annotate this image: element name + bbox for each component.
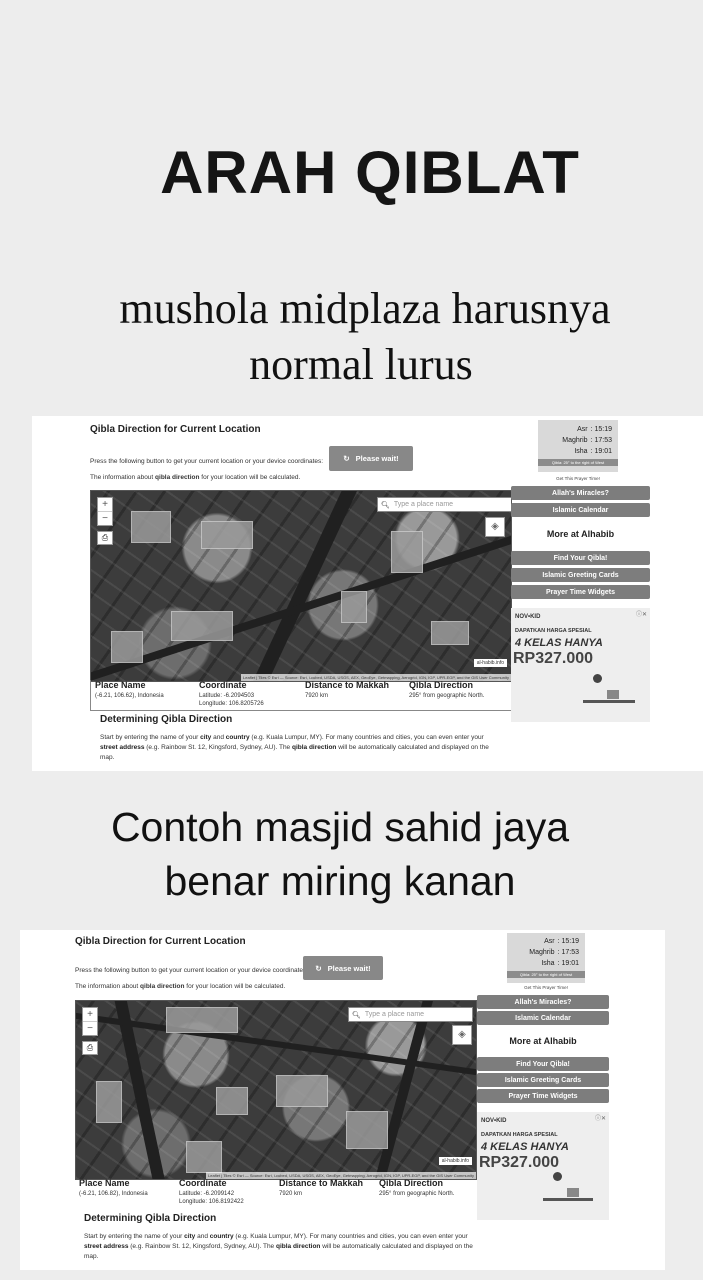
- zoom-control: + −: [97, 497, 113, 526]
- ad-line1: DAPATKAN HARGA SPESIAL: [481, 1132, 558, 1138]
- islamic-greeting-cards-button[interactable]: Islamic Greeting Cards: [511, 568, 650, 582]
- please-wait-button[interactable]: ↻ Please wait!: [303, 956, 383, 980]
- zoom-in-button[interactable]: +: [98, 498, 112, 512]
- find-your-qibla-button[interactable]: Find Your Qibla!: [477, 1057, 609, 1071]
- distance-value: 7920 km: [305, 693, 329, 699]
- coordinate-header: Coordinate: [199, 680, 247, 690]
- page-title: ARAH QIBLAT: [160, 139, 580, 206]
- islamic-calendar-button[interactable]: Islamic Calendar: [511, 503, 650, 517]
- determining-paragraph: Start by entering the name of your city …: [100, 734, 489, 761]
- ad-illustration: [583, 700, 635, 703]
- prayer-time-widgets-button[interactable]: Prayer Time Widgets: [477, 1089, 609, 1103]
- layers-icon[interactable]: ◈: [485, 517, 505, 537]
- caption-bottom-line2: benar miring kanan: [164, 858, 516, 904]
- qibla-value: 295° from geographic North.: [379, 1191, 455, 1197]
- satellite-map[interactable]: + − ⎙ 🔍︎ Type a place name ◈ al-habib.in…: [90, 490, 512, 682]
- ad-price: RP327.000: [513, 650, 594, 667]
- please-wait-button[interactable]: ↻ Please wait!: [329, 446, 413, 471]
- place-header: Place Name: [95, 680, 146, 690]
- please-wait-label: Please wait!: [355, 454, 399, 463]
- instruction-text: Press the following button to get your c…: [90, 458, 324, 465]
- longitude-value: Longitude: 106.8205726: [199, 701, 264, 707]
- latitude-value: Latitude: -6.2099142: [179, 1191, 235, 1197]
- ad-logo: NOV•KID: [481, 1118, 507, 1124]
- caption-top-line1: mushola midplaza harusnya: [119, 284, 611, 333]
- ad-line2: 4 KELAS HANYA: [515, 637, 603, 649]
- ad-line1: DAPATKAN HARGA SPESIAL: [515, 628, 592, 634]
- prayer-times-box: Asr: 15:19 Maghrib: 17:53 Isha: 19:01 Qi…: [507, 933, 585, 983]
- search-icon: 🔍︎: [381, 501, 390, 509]
- more-at-alhabib-heading: More at Alhabib: [546, 529, 615, 539]
- info-text: The information about qibla direction fo…: [75, 983, 286, 990]
- qibla-note: Qibla: 25° to the right of West: [538, 459, 618, 466]
- ad-price: RP327.000: [479, 1154, 560, 1171]
- allahs-miracles-button[interactable]: Allah's Miracles?: [511, 486, 650, 500]
- coordinate-header: Coordinate: [179, 1178, 227, 1188]
- determining-heading: Determining Qibla Direction: [100, 714, 233, 725]
- zoom-out-button[interactable]: −: [83, 1022, 97, 1035]
- distance-header: Distance to Makkah: [279, 1178, 364, 1188]
- place-value: (-6.21, 106.62), Indonesia: [95, 693, 164, 699]
- get-prayer-link[interactable]: Get This Prayer Time!: [538, 476, 618, 481]
- prayer-time-widgets-button[interactable]: Prayer Time Widgets: [511, 585, 650, 599]
- please-wait-label: Please wait!: [327, 963, 371, 973]
- instruction-text: Press the following button to get your c…: [75, 967, 309, 974]
- allahs-miracles-button[interactable]: Allah's Miracles?: [477, 995, 609, 1009]
- distance-header: Distance to Makkah: [305, 680, 390, 690]
- ad-line2: 4 KELAS HANYA: [481, 1141, 569, 1153]
- place-header: Place Name: [79, 1178, 130, 1188]
- qibla-header: Qibla Direction: [409, 680, 474, 690]
- ad-logo: NOV•KID: [515, 614, 541, 620]
- ad-illustration: [543, 1198, 593, 1201]
- result-table: Place Name (-6.21, 106.62), Indonesia Co…: [90, 680, 512, 711]
- refresh-icon: ↻: [343, 454, 350, 463]
- place-search-input[interactable]: 🔍︎ Type a place name: [377, 497, 511, 512]
- search-icon: 🔍︎: [352, 1011, 361, 1019]
- qibla-heading: Qibla Direction for Current Location: [75, 936, 246, 947]
- advertisement[interactable]: ⓘ✕ NOV•KID DAPATKAN HARGA SPESIAL 4 KELA…: [511, 608, 650, 722]
- qibla-heading: Qibla Direction for Current Location: [90, 424, 261, 435]
- determining-paragraph: Start by entering the name of your city …: [84, 1233, 473, 1260]
- place-search-input[interactable]: 🔍︎ Type a place name: [348, 1007, 473, 1022]
- islamic-greeting-cards-button[interactable]: Islamic Greeting Cards: [477, 1073, 609, 1087]
- satellite-map[interactable]: + − ⎙ 🔍︎ Type a place name ◈ al-habib.in…: [75, 1000, 477, 1180]
- zoom-control: + −: [82, 1007, 98, 1036]
- prayer-times-box: Asr: 15:19 Maghrib: 17:53 Isha: 19:01 Qi…: [538, 420, 618, 472]
- determining-heading: Determining Qibla Direction: [84, 1213, 217, 1224]
- qibla-screenshot-2: Qibla Direction for Current Location Pre…: [20, 930, 665, 1270]
- site-tag: al-habib.info: [438, 1157, 472, 1165]
- longitude-value: Longitude: 106.8192422: [179, 1199, 244, 1205]
- distance-value: 7920 km: [279, 1191, 303, 1197]
- zoom-in-button[interactable]: +: [83, 1008, 97, 1022]
- more-at-alhabib-heading: More at Alhabib: [509, 1036, 577, 1046]
- zoom-out-button[interactable]: −: [98, 512, 112, 525]
- islamic-calendar-button[interactable]: Islamic Calendar: [477, 1011, 609, 1025]
- ad-close-icon[interactable]: ⓘ✕: [595, 1113, 606, 1122]
- qibla-header: Qibla Direction: [379, 1178, 444, 1188]
- find-your-qibla-button[interactable]: Find Your Qibla!: [511, 551, 650, 565]
- qibla-screenshot-1: Qibla Direction for Current Location Pre…: [32, 416, 703, 771]
- place-value: (-6.21, 106.82), Indonesia: [79, 1191, 148, 1197]
- latitude-value: Latitude: -6.2094503: [199, 693, 255, 699]
- search-placeholder: Type a place name: [393, 501, 454, 508]
- qibla-value: 295° from geographic North.: [409, 693, 485, 699]
- get-prayer-link[interactable]: Get This Prayer Time!: [507, 985, 585, 990]
- qibla-note: Qibla: 25° to the right of West: [507, 971, 585, 978]
- caption-top-line2: normal lurus: [249, 340, 473, 389]
- print-icon[interactable]: ⎙: [97, 531, 113, 545]
- refresh-icon: ↻: [315, 963, 322, 973]
- ad-close-icon[interactable]: ⓘ✕: [636, 609, 647, 618]
- search-placeholder: Type a place name: [364, 1011, 425, 1018]
- result-table: Place Name (-6.21, 106.82), Indonesia Co…: [75, 1178, 475, 1208]
- caption-bottom-line1: Contoh masjid sahid jaya: [110, 804, 570, 850]
- site-tag: al-habib.info: [473, 659, 507, 667]
- advertisement[interactable]: ⓘ✕ NOV•KID DAPATKAN HARGA SPESIAL 4 KELA…: [477, 1112, 609, 1220]
- print-icon[interactable]: ⎙: [82, 1041, 98, 1055]
- layers-icon[interactable]: ◈: [452, 1025, 472, 1045]
- info-text: The information about qibla direction fo…: [90, 474, 301, 481]
